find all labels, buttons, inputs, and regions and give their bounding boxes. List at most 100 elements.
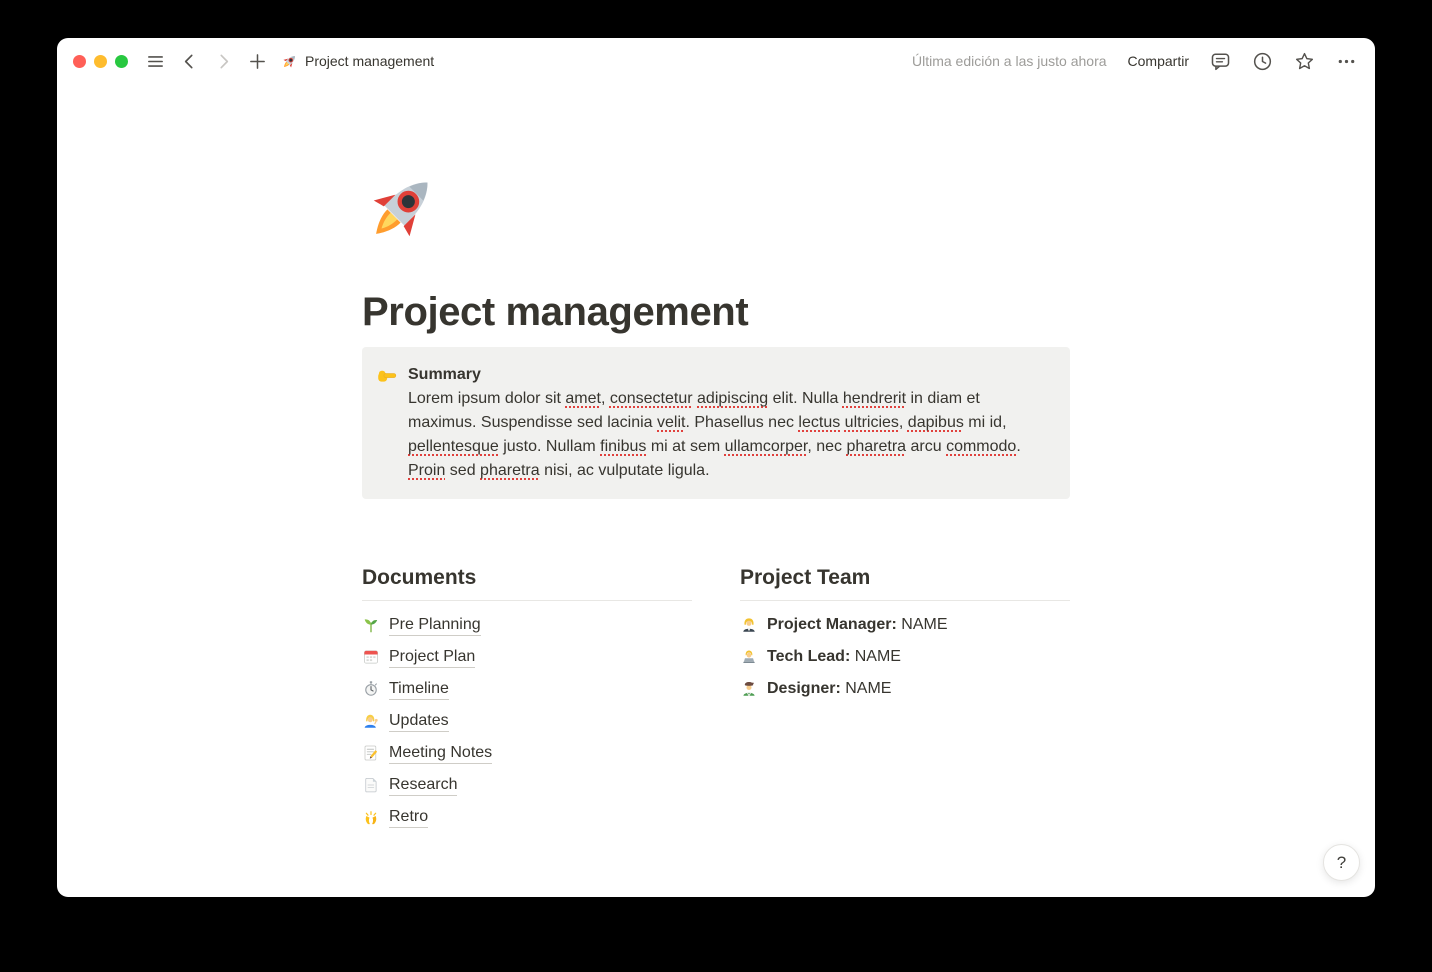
team-member-name: NAME <box>897 616 948 633</box>
document-link-label: Research <box>389 774 457 796</box>
more-options-button[interactable] <box>1336 51 1357 72</box>
new-tab-button[interactable] <box>248 52 267 71</box>
help-label: ? <box>1337 853 1346 873</box>
team-member-row: Tech Lead: NAME <box>740 641 1070 673</box>
notion-window: Project management Última edición a las … <box>57 38 1375 897</box>
team-member-text: Project Manager: NAME <box>767 616 947 634</box>
documents-list: Pre Planning Project Plan Timeline Updates M… <box>362 609 692 833</box>
team-list: Project Manager: NAMETech Lead: NAMEDesi… <box>740 609 1070 705</box>
favorite-button[interactable] <box>1294 51 1315 72</box>
breadcrumb[interactable]: Project management <box>281 53 434 70</box>
team-member-row: Project Manager: NAME <box>740 609 1070 641</box>
document-link[interactable]: Retro <box>362 801 692 833</box>
page-content: Project management Summary Lorem ipsum d… <box>362 168 1070 873</box>
document-link-label: Retro <box>389 806 428 828</box>
team-member-row: Designer: NAME <box>740 673 1070 705</box>
callout-text-segment: justo. Nullam <box>499 438 600 455</box>
document-link[interactable]: Updates <box>362 705 692 737</box>
last-edited-label: Última edición a las justo ahora <box>912 53 1107 69</box>
document-link[interactable]: Research <box>362 769 692 801</box>
maximize-window-button[interactable] <box>115 55 128 68</box>
titlebar: Project management Última edición a las … <box>57 38 1375 84</box>
forward-button[interactable] <box>214 52 233 71</box>
point-right-icon <box>376 364 398 386</box>
misspelled-word: Proin <box>408 462 445 479</box>
office-worker-woman-icon <box>740 616 758 634</box>
documents-section: Documents Pre Planning Project Plan Timeli… <box>362 565 692 833</box>
document-link[interactable]: Timeline <box>362 673 692 705</box>
ellipsis-icon <box>1336 51 1357 72</box>
bookmark-tabs-icon <box>362 776 380 794</box>
document-link[interactable]: Pre Planning <box>362 609 692 641</box>
callout-text-segment: , <box>601 390 610 407</box>
misspelled-word: hendrerit <box>843 390 906 407</box>
team-role-label: Project Manager: <box>767 616 897 633</box>
chevron-right-icon <box>214 52 233 71</box>
memo-icon <box>362 744 380 762</box>
documents-heading: Documents <box>362 565 692 591</box>
team-role-label: Designer: <box>767 680 841 697</box>
comment-icon <box>1210 51 1231 72</box>
team-section: Project Team Project Manager: NAME Tech L… <box>740 565 1070 833</box>
team-member-name: NAME <box>841 680 892 697</box>
page-title[interactable]: Project management <box>362 288 1070 336</box>
breadcrumb-title: Project management <box>305 53 434 69</box>
callout-text-segment: Lorem ipsum dolor sit <box>408 390 565 407</box>
misspelled-word: lectus <box>798 414 840 431</box>
share-button[interactable]: Compartir <box>1128 53 1189 69</box>
callout-text-segment: elit. Nulla <box>768 390 843 407</box>
clap-icon <box>362 808 380 826</box>
callout-text-segment: . <box>1016 438 1020 455</box>
callout-text-segment: . Phasellus nec <box>685 414 798 431</box>
misspelled-word: consectetur <box>610 390 693 407</box>
team-divider <box>740 600 1070 601</box>
page-icon[interactable] <box>362 168 442 248</box>
team-role-label: Tech Lead: <box>767 648 850 665</box>
sidebar-menu-button[interactable] <box>146 52 165 71</box>
seedling-icon <box>362 616 380 634</box>
misspelled-word: finibus <box>600 438 646 455</box>
document-link[interactable]: Meeting Notes <box>362 737 692 769</box>
calendar-icon <box>362 648 380 666</box>
stopwatch-icon <box>362 680 380 698</box>
document-link-label: Pre Planning <box>389 614 481 636</box>
misspelled-word: amet <box>565 390 601 407</box>
history-button[interactable] <box>1252 51 1273 72</box>
comments-button[interactable] <box>1210 51 1231 72</box>
close-window-button[interactable] <box>73 55 86 68</box>
callout-text-segment: , <box>899 414 908 431</box>
team-member-text: Designer: NAME <box>767 680 891 698</box>
rocket-icon <box>362 168 442 248</box>
summary-callout: Summary Lorem ipsum dolor sit amet, cons… <box>362 347 1070 499</box>
misspelled-word: ullamcorper <box>725 438 808 455</box>
misspelled-word: pellentesque <box>408 438 499 455</box>
document-link-label: Meeting Notes <box>389 742 492 764</box>
misspelled-word: adipiscing <box>697 390 768 407</box>
callout-text: Lorem ipsum dolor sit amet, consectetur … <box>408 387 1048 483</box>
traffic-lights <box>73 55 128 68</box>
callout-text-segment: sed <box>445 462 480 479</box>
plus-icon <box>248 52 267 71</box>
artist-man-icon <box>740 680 758 698</box>
star-icon <box>1294 51 1315 72</box>
help-button[interactable]: ? <box>1323 844 1360 881</box>
misspelled-word: dapibus <box>908 414 964 431</box>
rocket-icon <box>281 53 298 70</box>
misspelled-word: pharetra <box>480 462 540 479</box>
misspelled-word: velit <box>657 414 685 431</box>
callout-text-segment: mi at sem <box>646 438 724 455</box>
back-button[interactable] <box>180 52 199 71</box>
chevron-left-icon <box>180 52 199 71</box>
misspelled-word: ultricies <box>845 414 899 431</box>
callout-title: Summary <box>408 363 1048 387</box>
document-link[interactable]: Project Plan <box>362 641 692 673</box>
technologist-man-icon <box>740 648 758 666</box>
minimize-window-button[interactable] <box>94 55 107 68</box>
clock-icon <box>1252 51 1273 72</box>
document-link-label: Updates <box>389 710 449 732</box>
misspelled-word: pharetra <box>846 438 906 455</box>
tipping-hand-woman-icon <box>362 712 380 730</box>
team-heading: Project Team <box>740 565 1070 591</box>
callout-text-segment: , nec <box>807 438 846 455</box>
document-link-label: Project Plan <box>389 646 475 668</box>
